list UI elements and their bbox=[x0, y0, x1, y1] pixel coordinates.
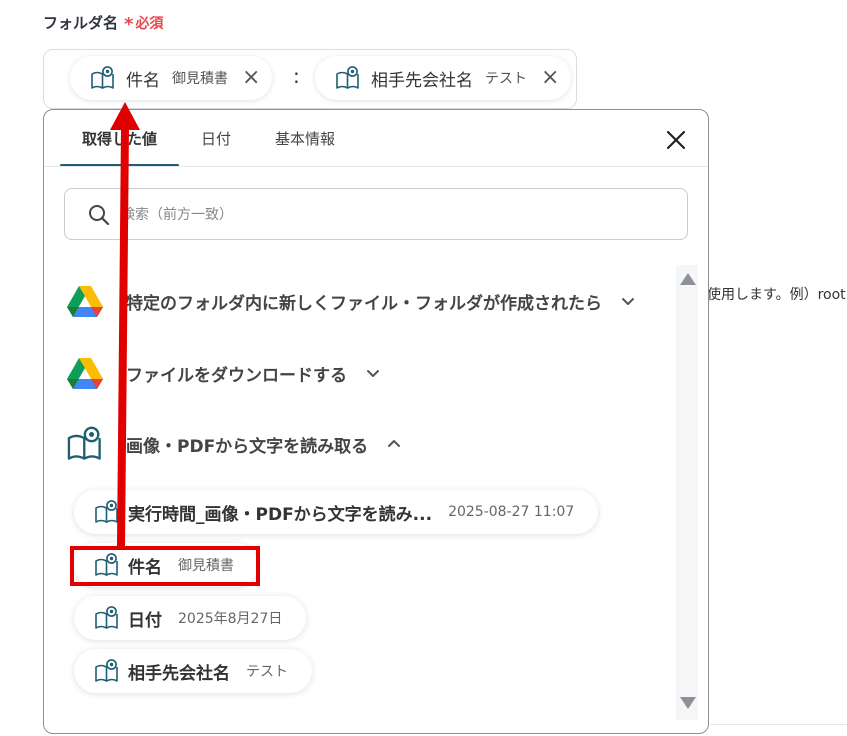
tab-basic-info[interactable]: 基本情報 bbox=[253, 110, 357, 166]
ocr-book-icon bbox=[94, 658, 120, 684]
chevron-down-icon bbox=[622, 298, 634, 305]
tab-retrieved-values[interactable]: 取得した値 bbox=[60, 110, 180, 167]
chevron-down-icon bbox=[367, 370, 379, 377]
chip-value: テスト bbox=[485, 71, 527, 87]
background-hint-text: 使用します。例）root bbox=[707, 287, 846, 303]
close-icon[interactable] bbox=[664, 128, 688, 152]
ocr-book-icon bbox=[94, 499, 120, 525]
scrollbar[interactable] bbox=[676, 265, 698, 720]
folder-name-label: フォルダ名 * 必須 bbox=[43, 12, 163, 35]
search-box bbox=[64, 188, 688, 240]
required-text: 必須 bbox=[135, 16, 164, 32]
google-drive-icon bbox=[66, 354, 104, 392]
field-chip-subject: 件名 御見積書 × bbox=[70, 56, 273, 100]
remove-chip-icon[interactable]: × bbox=[242, 67, 260, 89]
required-asterisk: * bbox=[124, 14, 134, 35]
item-name: 日付 bbox=[128, 610, 162, 631]
chip-separator: : bbox=[293, 64, 300, 88]
annotation-highlight-box bbox=[70, 546, 260, 586]
tab-bar: 取得した値 日付 基本情報 bbox=[60, 110, 357, 167]
tab-divider bbox=[44, 166, 708, 167]
ocr-book-icon bbox=[90, 65, 116, 91]
chip-value: 御見積書 bbox=[172, 71, 228, 87]
section-ocr[interactable]: 画像・PDFから文字を読み取る bbox=[66, 425, 402, 463]
search-input[interactable] bbox=[119, 199, 663, 231]
background-divider bbox=[710, 724, 847, 725]
search-icon bbox=[87, 203, 111, 227]
section-title: 特定のフォルダ内に新しくファイル・フォルダが作成されたら bbox=[126, 293, 602, 314]
item-name: 実行時間_画像・PDFから文字を読み... bbox=[128, 504, 433, 525]
item-value: 2025-08-27 11:07 bbox=[448, 504, 575, 520]
ocr-book-icon bbox=[335, 65, 361, 91]
scroll-up-icon[interactable] bbox=[680, 273, 696, 285]
chip-name: 件名 bbox=[126, 70, 160, 91]
chip-name: 相手先会社名 bbox=[371, 70, 473, 91]
folder-name-label-text: フォルダ名 bbox=[43, 14, 119, 32]
list-item-company[interactable]: 相手先会社名 テスト bbox=[74, 649, 312, 693]
ocr-book-icon bbox=[66, 425, 104, 463]
chevron-up-icon bbox=[388, 440, 401, 447]
item-value: テスト bbox=[246, 664, 288, 680]
list-item-date[interactable]: 日付 2025年8月27日 bbox=[74, 596, 307, 640]
scroll-down-icon[interactable] bbox=[680, 697, 696, 709]
google-drive-icon bbox=[66, 282, 104, 320]
item-name: 相手先会社名 bbox=[128, 663, 230, 684]
tab-date[interactable]: 日付 bbox=[179, 110, 253, 166]
field-chip-company: 相手先会社名 テスト × bbox=[315, 56, 572, 100]
section-folder-trigger[interactable]: 特定のフォルダ内に新しくファイル・フォルダが作成されたら bbox=[66, 282, 636, 320]
section-download-file[interactable]: ファイルをダウンロードする bbox=[66, 354, 381, 392]
item-value: 2025年8月27日 bbox=[178, 611, 283, 627]
section-title: 画像・PDFから文字を読み取る bbox=[126, 436, 369, 457]
list-item-execution-time[interactable]: 実行時間_画像・PDFから文字を読み... 2025-08-27 11:07 bbox=[74, 490, 599, 534]
required-indicator: * 必須 bbox=[124, 14, 164, 35]
value-picker-panel: 取得した値 日付 基本情報 特定のフォルダ内に新しくファイル・フォルダが作成され… bbox=[43, 109, 709, 734]
ocr-book-icon bbox=[94, 605, 120, 631]
section-title: ファイルをダウンロードする bbox=[126, 365, 347, 386]
remove-chip-icon[interactable]: × bbox=[541, 67, 559, 89]
